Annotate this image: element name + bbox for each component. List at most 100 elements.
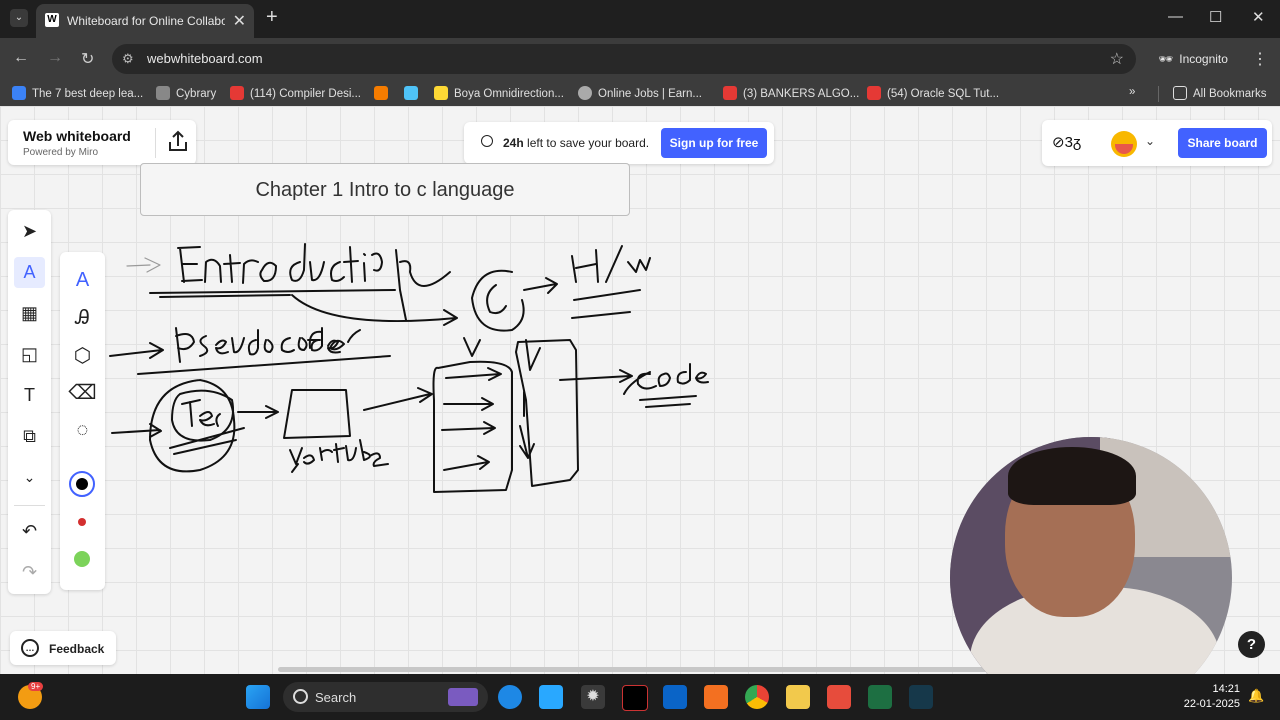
youtube-icon: [867, 86, 881, 100]
windows-start-icon[interactable]: [246, 685, 270, 709]
file-explorer-icon[interactable]: [786, 685, 810, 709]
pen-icon[interactable]: A: [67, 265, 98, 296]
edge-icon[interactable]: [498, 685, 522, 709]
left-toolbar: ➤ A ▦ ◱ T ⧉ ⌄ ↶ ↷: [8, 210, 51, 594]
browser-menu-icon[interactable]: ⋮: [1252, 49, 1268, 69]
bookmark-star-icon[interactable]: ☆: [1110, 49, 1124, 69]
powered-by-text: Powered by Miro: [23, 147, 99, 158]
incognito-indicator[interactable]: 🕶 Incognito: [1148, 45, 1238, 73]
toolbar-divider: [14, 505, 45, 506]
back-button[interactable]: ←: [13, 49, 29, 67]
site-info-icon[interactable]: ⚙: [122, 51, 134, 67]
lasso-icon[interactable]: ◌: [67, 415, 98, 446]
shapes-tool-icon[interactable]: ⧉: [14, 421, 45, 452]
black-dot-icon: [76, 478, 88, 490]
maximize-button[interactable]: ☐: [1209, 8, 1222, 26]
bookmark-item[interactable]: (54) Oracle SQL Tut...: [867, 86, 999, 100]
bookmark-item[interactable]: (114) Compiler Desi...: [230, 86, 361, 100]
app-icon[interactable]: [909, 685, 933, 709]
user-avatar[interactable]: [1111, 131, 1137, 157]
color-swatch-green[interactable]: [69, 546, 95, 572]
bookmark-favicon-icon: [404, 86, 418, 100]
reload-button[interactable]: ↻: [81, 49, 94, 69]
close-window-button[interactable]: ✕: [1252, 8, 1265, 26]
template-tool-icon[interactable]: ▦: [14, 298, 45, 329]
store-icon[interactable]: [539, 685, 563, 709]
smart-draw-icon[interactable]: ⬡: [67, 341, 98, 372]
system-clock[interactable]: 14:21 22-01-2025: [1180, 682, 1240, 712]
brand-panel: Web whiteboard Powered by Miro: [8, 120, 196, 165]
chrome-icon[interactable]: [745, 685, 769, 709]
tab-title: Whiteboard for Online Collabor: [67, 14, 225, 28]
clock-icon: [481, 135, 493, 147]
browser-tab[interactable]: W Whiteboard for Online Collabor ✕: [36, 4, 254, 38]
bookmark-item[interactable]: Boya Omnidirection...: [434, 86, 564, 100]
blogger-icon: [374, 86, 388, 100]
share-board-button[interactable]: Share board: [1178, 128, 1267, 158]
bookmark-item[interactable]: [404, 86, 424, 100]
windows-taskbar: 9+ Search ✹ 14:21 22-01-2025 🔔: [0, 674, 1280, 720]
outlook-icon[interactable]: [663, 685, 687, 709]
bookmark-item[interactable]: The 7 best deep lea...: [12, 86, 143, 100]
more-tools-icon[interactable]: ⌄: [14, 462, 45, 493]
select-tool-icon[interactable]: ➤: [14, 216, 45, 247]
settings-icon[interactable]: ✹: [581, 685, 605, 709]
timer-text: left to save your board.: [527, 136, 650, 150]
board-title-frame[interactable]: Chapter 1 Intro to c language: [140, 163, 630, 216]
url-text: webwhiteboard.com: [147, 51, 263, 66]
globe-icon: [578, 86, 592, 100]
close-tab-icon[interactable]: ✕: [233, 11, 246, 31]
sticky-note-icon[interactable]: ◱: [14, 339, 45, 370]
folder-icon: [1173, 86, 1187, 100]
new-tab-button[interactable]: +: [266, 6, 278, 29]
more-bookmarks-icon[interactable]: »: [1129, 86, 1135, 98]
collaboration-panel: ⊘3ᵹ ⌄ Share board: [1042, 120, 1272, 166]
red-dot-icon: [78, 518, 86, 526]
address-bar[interactable]: ⚙ webwhiteboard.com ☆: [112, 44, 1136, 74]
chevron-down-icon[interactable]: ⌄: [1145, 134, 1155, 148]
green-dot-icon: [74, 551, 90, 567]
marker-icon[interactable]: Ꭿ: [67, 303, 98, 334]
app-icon[interactable]: [827, 685, 851, 709]
youtube-icon: [723, 86, 737, 100]
brand-divider: [155, 128, 156, 158]
terminal-icon[interactable]: [622, 685, 648, 711]
pen-options-panel: A Ꭿ ⬡ ⌫ ◌: [60, 252, 105, 590]
notification-bell-icon[interactable]: 🔔: [1248, 688, 1264, 704]
app-name: Web whiteboard: [23, 128, 131, 144]
horizontal-scrollbar[interactable]: [278, 667, 1030, 672]
pen-tool-icon[interactable]: A: [14, 257, 45, 288]
search-icon: [293, 689, 308, 704]
participants-scribble-icon: ⊘3ᵹ: [1052, 134, 1082, 151]
taskbar-search[interactable]: Search: [283, 682, 488, 712]
eraser-icon[interactable]: ⌫: [67, 378, 98, 409]
bookmark-item[interactable]: Online Jobs | Earn...: [578, 86, 702, 100]
bookmark-item[interactable]: (3) BANKERS ALGO...: [723, 86, 859, 100]
minimize-button[interactable]: —: [1168, 8, 1183, 25]
timer-hours: 24h: [503, 136, 524, 150]
browser-toolbar: ← → ↻ ⚙ webwhiteboard.com ☆ 🕶 Incognito ⋮: [0, 38, 1280, 80]
forward-button[interactable]: →: [47, 49, 63, 67]
help-button[interactable]: ?: [1238, 631, 1265, 658]
tab-search-button[interactable]: ⌄: [10, 9, 28, 27]
sublime-icon[interactable]: [704, 685, 728, 709]
incognito-label: Incognito: [1179, 52, 1228, 66]
undo-icon[interactable]: ↶: [14, 516, 45, 547]
color-swatch-black[interactable]: [69, 471, 95, 497]
redo-icon[interactable]: ↷: [14, 557, 45, 588]
text-tool-icon[interactable]: T: [14, 380, 45, 411]
feedback-button[interactable]: … Feedback: [10, 631, 116, 665]
sign-up-button[interactable]: Sign up for free: [661, 128, 767, 158]
youtube-icon: [230, 86, 244, 100]
whiteboard-favicon-icon: W: [45, 13, 59, 27]
clock-time: 14:21: [1212, 683, 1240, 695]
color-swatch-red[interactable]: [69, 509, 95, 535]
export-icon[interactable]: [164, 128, 192, 156]
excel-icon[interactable]: [868, 685, 892, 709]
clock-date: 22-01-2025: [1183, 698, 1240, 710]
incognito-icon: 🕶: [1158, 52, 1174, 66]
notification-badge: 9+: [28, 682, 44, 691]
bookmark-item[interactable]: [374, 86, 394, 100]
all-bookmarks-button[interactable]: All Bookmarks: [1173, 86, 1267, 100]
bookmark-item[interactable]: Cybrary: [156, 86, 216, 100]
